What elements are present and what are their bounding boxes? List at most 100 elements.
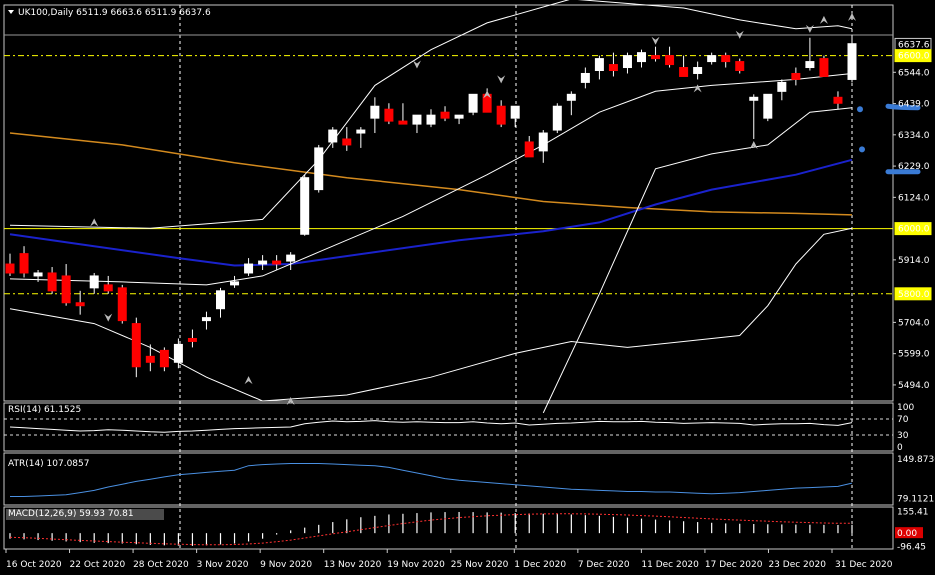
projection-dot [859,146,865,153]
bearish-candle [272,260,282,265]
bullish-candle [622,55,632,69]
rsi-tick-label: 100 [897,403,914,413]
bullish-candle [300,177,310,235]
price-label-text: 5800.0 [898,290,930,300]
panel-splitter[interactable] [4,505,893,507]
time-tick-label: 23 Dec 2020 [768,560,826,570]
price-tick-label: 5914.0 [898,256,930,266]
bearish-candle [833,96,843,104]
panel-frame-rsi [3,402,894,452]
bullish-candle [777,81,787,92]
macd-tick-label: 155.41 [897,508,929,518]
rsi-panel[interactable]: 100 70 30 0 [4,403,914,453]
bullish-candle [356,129,366,134]
macd-label: MACD(12,26,9) 59.93 70.81 [8,509,134,519]
bullish-candle [216,290,225,310]
fractal-down-marker [104,313,113,322]
bullish-candle [370,105,380,119]
fractal-up-marker [749,140,758,149]
price-tick-label: 6334.0 [898,131,930,141]
fractal-down-marker [497,75,506,84]
grid-lines [4,5,893,549]
bearish-candle [735,61,745,72]
time-axis: 16 Oct 2020 22 Oct 2020 28 Oct 2020 3 Nov 2… [5,549,893,570]
rsi-tick-label: 30 [897,431,909,441]
fractal-up-marker [244,376,253,385]
time-tick-label: 1 Dec 2020 [514,560,566,570]
time-tick-label: 22 Oct 2020 [70,560,126,570]
bullish-candle [637,52,646,63]
bullish-candle [538,132,548,152]
fractal-down-marker [412,60,421,69]
price-tick-label: 6544.0 [898,68,930,78]
time-tick-label: 16 Oct 2020 [6,560,62,570]
panel-frames [3,4,894,550]
bullish-candle [89,275,99,289]
price-tick-label: 5704.0 [898,318,930,328]
bearish-candle [187,337,197,342]
time-tick-label: 28 Oct 2020 [133,560,189,570]
bearish-candle [131,323,141,368]
atr-label: ATR(14) 107.0857 [8,459,90,469]
panel-labels: UK100,Daily 6511.9 6663.6 6511.9 6637.6 … [8,8,211,519]
bullish-candle [468,93,478,113]
bearish-candle [159,349,169,368]
price-axis: 6544.0 6439.0 6334.0 6229.0 6124.0 5914.0 5704… [893,37,932,391]
bearish-candle [5,263,15,274]
panel-splitter[interactable] [4,451,893,453]
main-price-panel[interactable] [4,0,921,414]
fractal-up-marker [693,84,702,93]
macd-panel[interactable]: 155.41 0.00 -96.45 [6,508,929,553]
bearish-candle [384,108,394,122]
projection-dot [857,106,863,113]
bearish-candle [117,287,127,322]
fractal-down-marker [805,24,814,33]
bearish-candle [819,58,829,77]
macd-tick-label: -96.45 [897,543,926,553]
bullish-candle [426,114,436,125]
bullish-candle [454,114,464,119]
chart-window[interactable]: 100 70 30 0 149.8736 79.1121 155.41 0.00 -96.4… [0,0,935,575]
collapse-triangle-icon[interactable] [8,10,14,14]
price-label-text: 6600.0 [898,52,930,62]
bullish-candle [707,55,717,63]
bullish-candle [693,67,703,74]
fractal-up-marker [90,218,99,227]
time-tick-label: 19 Nov 2020 [387,560,445,570]
price-tick-label: 5599.0 [898,350,930,360]
bearish-candle [651,55,661,60]
bearish-candle [791,72,801,80]
bullish-candle [805,61,815,69]
bearish-candle [47,272,57,292]
bearish-candle [342,138,352,146]
bearish-candle [608,64,618,72]
time-tick-label: 11 Dec 2020 [641,560,699,570]
bullish-candle [847,43,857,80]
panel-splitter[interactable] [4,401,893,403]
time-tick-label: 17 Dec 2020 [705,560,763,570]
time-tick-label: 31 Dec 2020 [835,560,893,570]
bearish-candle [665,55,675,66]
atr-panel[interactable]: 149.8736 79.1121 [10,455,935,505]
atr-tick-label: 79.1121 [897,495,934,505]
bullish-candle [173,343,183,363]
bullish-candle [33,272,43,277]
time-tick-label: 9 Nov 2020 [260,560,312,570]
bearish-candle [524,141,534,158]
bearish-candle [721,55,731,63]
bullish-candle [314,147,324,191]
bullish-candle [412,114,422,125]
fractal-down-marker [651,36,660,45]
symbol-header: UK100,Daily 6511.9 6663.6 6511.9 6637.6 [18,8,211,18]
rsi-tick-label: 70 [897,415,909,425]
bullish-candle [230,281,240,286]
price-tick-label: 5494.0 [898,381,930,391]
bearish-candle [19,253,29,274]
bullish-candle [580,72,590,83]
rsi-tick-label: 0 [897,443,903,453]
chart-canvas[interactable]: 100 70 30 0 149.8736 79.1121 155.41 0.00 -96.4… [0,0,935,575]
rsi-line [9,420,853,433]
bullish-candle [763,93,773,119]
bullish-candle [566,93,576,101]
bearish-candle [145,355,155,363]
